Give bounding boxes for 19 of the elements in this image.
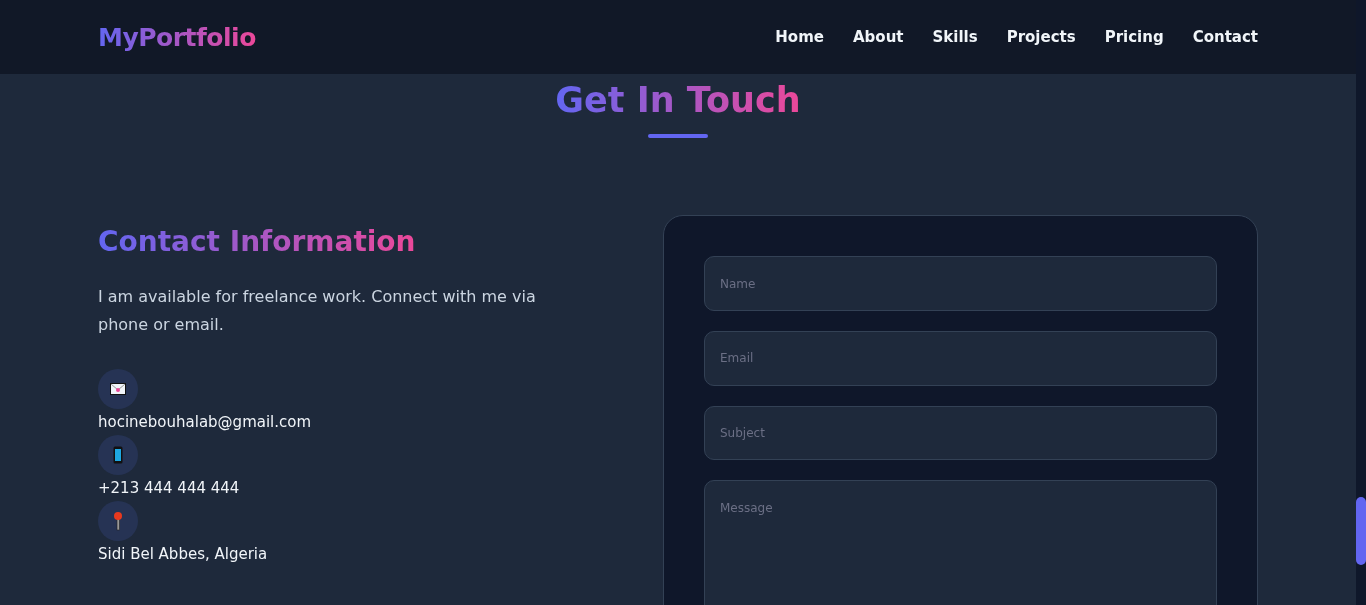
input-field[interactable]: Email (704, 330, 1217, 386)
input-field[interactable]: Name (704, 256, 1217, 311)
message-field[interactable]: Message (704, 480, 1217, 605)
envelope-icon (110, 382, 126, 395)
contact-detail: hocinebouhalab@gmail.com (98, 411, 312, 433)
input-field[interactable]: Subject (704, 405, 1217, 461)
phone-icon (113, 445, 123, 464)
nav-link[interactable]: Home (775, 28, 824, 46)
contact-detail: Sidi Bel Abbes, Algeria (98, 543, 268, 565)
nav-link[interactable]: Pricing (1104, 28, 1164, 46)
contact-detail: +213 444 444 444 (98, 477, 240, 499)
nav-link[interactable]: About (853, 28, 904, 46)
scrollbar-thumb[interactable] (1356, 497, 1366, 565)
title-underline (648, 134, 708, 139)
nav-link[interactable]: Skills (932, 28, 978, 46)
description: I am available for freelance work. Connect with me via phone or email. (98, 285, 537, 336)
nav-link[interactable]: Contact (1192, 28, 1258, 46)
pin-icon (113, 510, 123, 531)
nav-link[interactable]: Projects (1006, 28, 1076, 46)
